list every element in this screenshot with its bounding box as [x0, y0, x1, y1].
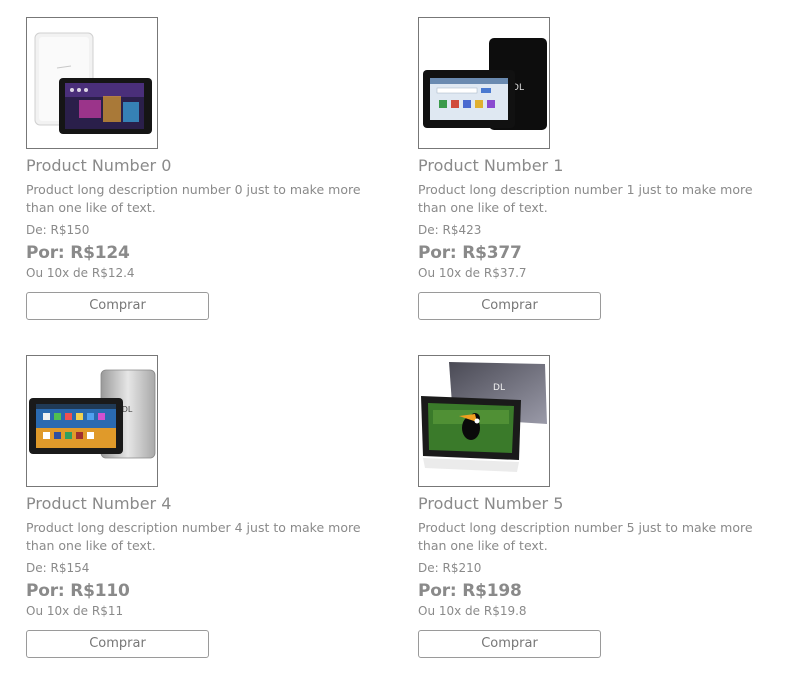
product-card: Product Number 0 Product long descriptio…: [26, 17, 386, 320]
buy-button[interactable]: Comprar: [26, 630, 209, 658]
product-card: DL Product Number 1 Product long descrip…: [418, 17, 778, 320]
buy-button[interactable]: Comprar: [26, 292, 209, 320]
product-image[interactable]: DL: [418, 17, 550, 149]
old-price: De: R$210: [418, 561, 482, 575]
svg-text:DL: DL: [122, 405, 133, 414]
current-price: Por: R$110: [26, 581, 130, 601]
product-title[interactable]: Product Number 4: [26, 495, 386, 513]
old-price: De: R$423: [418, 223, 482, 237]
product-description: Product long description number 1 just t…: [418, 182, 753, 215]
product-card: DL Product Number 5 Product long descrip…: [418, 355, 778, 658]
product-card: DL Product Number 4 Product long descrip…: [26, 355, 386, 658]
product-grid: Product Number 0 Product long descriptio…: [0, 0, 794, 690]
svg-text:DL: DL: [493, 383, 505, 393]
product-title[interactable]: Product Number 5: [418, 495, 778, 513]
installments: Ou 10x de R$11: [26, 604, 124, 618]
installments: Ou 10x de R$19.8: [418, 604, 527, 618]
current-price: Por: R$377: [418, 243, 522, 263]
product-title[interactable]: Product Number 0: [26, 157, 386, 175]
product-description: Product long description number 0 just t…: [26, 182, 361, 215]
buy-button[interactable]: Comprar: [418, 630, 601, 658]
product-description: Product long description number 4 just t…: [26, 520, 361, 553]
installments: Ou 10x de R$37.7: [418, 266, 527, 280]
current-price: Por: R$124: [26, 243, 130, 263]
buy-button[interactable]: Comprar: [418, 292, 601, 320]
installments: Ou 10x de R$12.4: [26, 266, 135, 280]
product-description: Product long description number 5 just t…: [418, 520, 753, 553]
old-price: De: R$154: [26, 561, 90, 575]
old-price: De: R$150: [26, 223, 90, 237]
product-image[interactable]: DL: [26, 355, 158, 487]
product-title[interactable]: Product Number 1: [418, 157, 778, 175]
current-price: Por: R$198: [418, 581, 522, 601]
product-image[interactable]: DL: [418, 355, 550, 487]
product-image[interactable]: [26, 17, 158, 149]
